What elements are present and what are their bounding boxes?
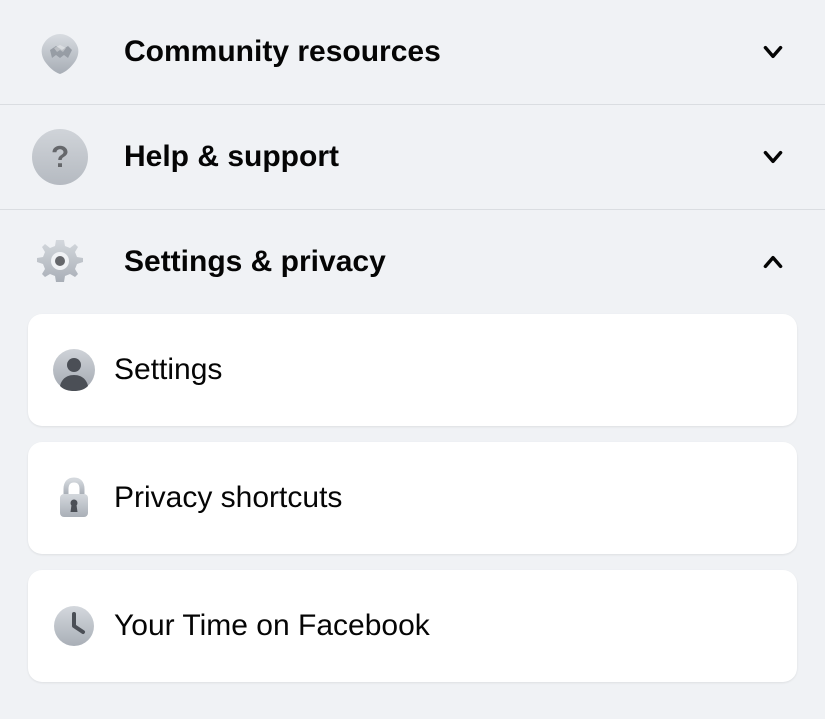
gear-icon bbox=[32, 234, 88, 290]
question-icon bbox=[32, 129, 88, 185]
settings-privacy-subitems: Settings Privacy shortcuts bbox=[0, 314, 825, 682]
person-circle-icon bbox=[52, 348, 96, 392]
sub-item-settings[interactable]: Settings bbox=[28, 314, 797, 426]
menu-item-help-support[interactable]: Help & support bbox=[0, 105, 825, 210]
chevron-up-icon bbox=[759, 248, 787, 276]
chevron-down-icon bbox=[759, 143, 787, 171]
menu-item-label: Help & support bbox=[124, 140, 759, 174]
lock-icon bbox=[52, 476, 96, 520]
handshake-icon bbox=[32, 24, 88, 80]
menu-item-community-resources[interactable]: Community resources bbox=[0, 0, 825, 105]
sub-item-label: Settings bbox=[114, 353, 222, 387]
sub-item-privacy-shortcuts[interactable]: Privacy shortcuts bbox=[28, 442, 797, 554]
sub-item-your-time[interactable]: Your Time on Facebook bbox=[28, 570, 797, 682]
chevron-down-icon bbox=[759, 38, 787, 66]
sub-item-label: Your Time on Facebook bbox=[114, 609, 430, 643]
menu-item-label: Settings & privacy bbox=[124, 245, 759, 279]
sub-item-label: Privacy shortcuts bbox=[114, 481, 342, 515]
menu-item-settings-privacy[interactable]: Settings & privacy bbox=[0, 210, 825, 314]
clock-icon bbox=[52, 604, 96, 648]
menu-item-label: Community resources bbox=[124, 35, 759, 69]
